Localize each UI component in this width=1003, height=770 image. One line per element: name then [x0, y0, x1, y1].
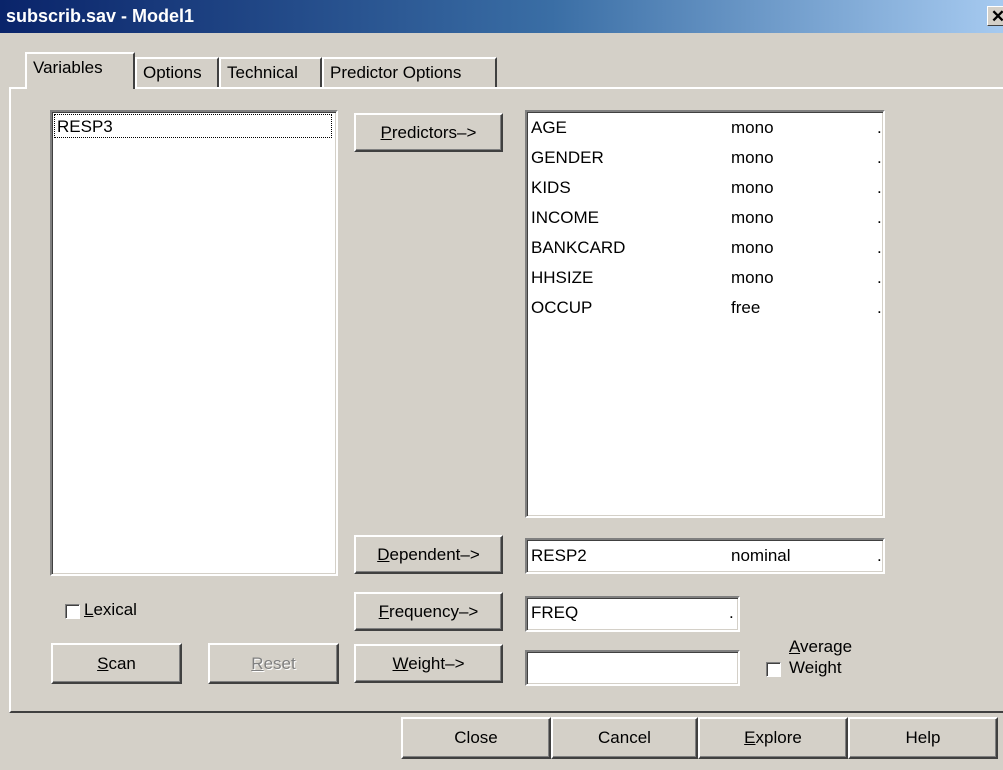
- explore-button-label: xplore: [755, 728, 802, 747]
- predictor-name: INCOME: [531, 208, 599, 227]
- tab-predictor-options-label: Predictor Options: [330, 63, 462, 82]
- lexical-label[interactable]: Lexical: [84, 600, 137, 620]
- predictor-name: HHSIZE: [531, 268, 594, 287]
- dependent-button-label: ependent–>: [389, 545, 480, 564]
- cancel-button-label: Cancel: [598, 728, 651, 747]
- list-item[interactable]: INCOME mono.: [531, 206, 882, 230]
- average-weight-checkbox[interactable]: [766, 662, 781, 677]
- variable-source-list[interactable]: RESP3: [50, 110, 338, 576]
- dependent-name: RESP2: [531, 546, 587, 565]
- reset-button-label: eset: [263, 654, 296, 673]
- predictors-button[interactable]: Predictors–>: [354, 113, 503, 152]
- predictor-dot: .: [877, 148, 882, 167]
- predictor-name: GENDER: [531, 148, 604, 167]
- tab-technical[interactable]: Technical: [219, 57, 322, 87]
- dependent-field[interactable]: RESP2 nominal.: [525, 538, 885, 574]
- average-weight-accel: A: [789, 637, 801, 656]
- dependent-level: nominal: [731, 546, 791, 565]
- help-button-label: Help: [905, 728, 941, 747]
- predictor-level: mono: [731, 238, 774, 257]
- list-item[interactable]: HHSIZE mono.: [531, 266, 882, 290]
- weight-button-label: eight–>: [408, 654, 465, 673]
- scan-button[interactable]: Scan: [51, 643, 182, 684]
- dependent-button[interactable]: Dependent–>: [354, 535, 503, 574]
- tab-variables-label: Variables: [33, 58, 103, 77]
- predictor-dot: .: [877, 118, 882, 137]
- predictor-dot: .: [877, 238, 882, 257]
- frequency-button-accel: F: [378, 602, 390, 621]
- title-bar: subscrib.sav - Model1 ✕: [0, 0, 1003, 33]
- frequency-field[interactable]: FREQ .: [525, 596, 740, 632]
- weight-button[interactable]: Weight–>: [354, 644, 503, 683]
- tab-options-label: Options: [143, 63, 202, 82]
- frequency-button-label: requency–>: [389, 602, 479, 621]
- frequency-value: FREQ: [531, 603, 579, 622]
- tab-options[interactable]: Options: [135, 57, 219, 87]
- predictor-level: mono: [731, 178, 774, 197]
- predictor-name: AGE: [531, 118, 567, 137]
- predictor-level: mono: [731, 268, 774, 287]
- predictor-dot: .: [877, 208, 882, 227]
- lexical-checkbox[interactable]: [65, 604, 80, 619]
- list-item[interactable]: KIDS mono.: [531, 176, 882, 200]
- tab-technical-label: Technical: [227, 63, 298, 82]
- average-weight-label-line2[interactable]: Weight: [789, 658, 842, 678]
- explore-button-accel: E: [744, 728, 756, 747]
- window-title: subscrib.sav - Model1: [6, 6, 195, 26]
- predictor-name: OCCUP: [531, 298, 593, 317]
- average-weight-label-text: verage: [800, 637, 853, 656]
- reset-button[interactable]: Reset: [208, 643, 339, 684]
- predictor-level: mono: [731, 208, 774, 227]
- list-item[interactable]: BANKCARD mono.: [531, 236, 882, 260]
- scan-button-label: can: [108, 654, 136, 673]
- predictor-name: KIDS: [531, 178, 571, 197]
- list-item[interactable]: AGE mono.: [531, 116, 882, 140]
- list-item[interactable]: GENDER mono.: [531, 146, 882, 170]
- explore-button[interactable]: Explore: [698, 717, 848, 759]
- predictors-list[interactable]: AGE mono. GENDER mono. KIDS mono. INCOME mon…: [525, 110, 885, 518]
- frequency-dot: .: [729, 603, 734, 622]
- list-item[interactable]: OCCUP free.: [531, 296, 882, 320]
- frequency-button[interactable]: Frequency–>: [354, 592, 503, 631]
- help-button[interactable]: Help: [848, 717, 998, 759]
- dependent-dot: .: [877, 546, 882, 565]
- predictor-dot: .: [877, 178, 882, 197]
- average-weight-label-line1[interactable]: Average: [789, 637, 852, 657]
- predictor-dot: .: [877, 298, 882, 317]
- close-icon[interactable]: ✕: [987, 6, 1003, 26]
- predictors-button-label: redictors–>: [391, 123, 477, 142]
- cancel-button[interactable]: Cancel: [551, 717, 698, 759]
- predictors-button-accel: P: [380, 123, 392, 142]
- predictor-level: mono: [731, 118, 774, 137]
- dependent-row: RESP2 nominal.: [531, 544, 882, 568]
- predictor-level: mono: [731, 148, 774, 167]
- weight-field[interactable]: [525, 650, 740, 686]
- close-button[interactable]: Close: [401, 717, 551, 759]
- list-item[interactable]: RESP3: [54, 114, 332, 138]
- predictor-dot: .: [877, 268, 882, 287]
- close-button-label: Close: [454, 728, 498, 747]
- reset-button-accel: R: [251, 654, 264, 673]
- tab-predictor-options[interactable]: Predictor Options: [322, 57, 497, 87]
- predictor-name: BANKCARD: [531, 238, 626, 257]
- predictor-level: free: [731, 298, 761, 317]
- dependent-button-accel: D: [377, 545, 390, 564]
- weight-button-accel: W: [392, 654, 409, 673]
- tab-variables[interactable]: Variables: [25, 52, 135, 89]
- scan-button-accel: S: [97, 654, 109, 673]
- lexical-label-text: exical: [93, 600, 137, 619]
